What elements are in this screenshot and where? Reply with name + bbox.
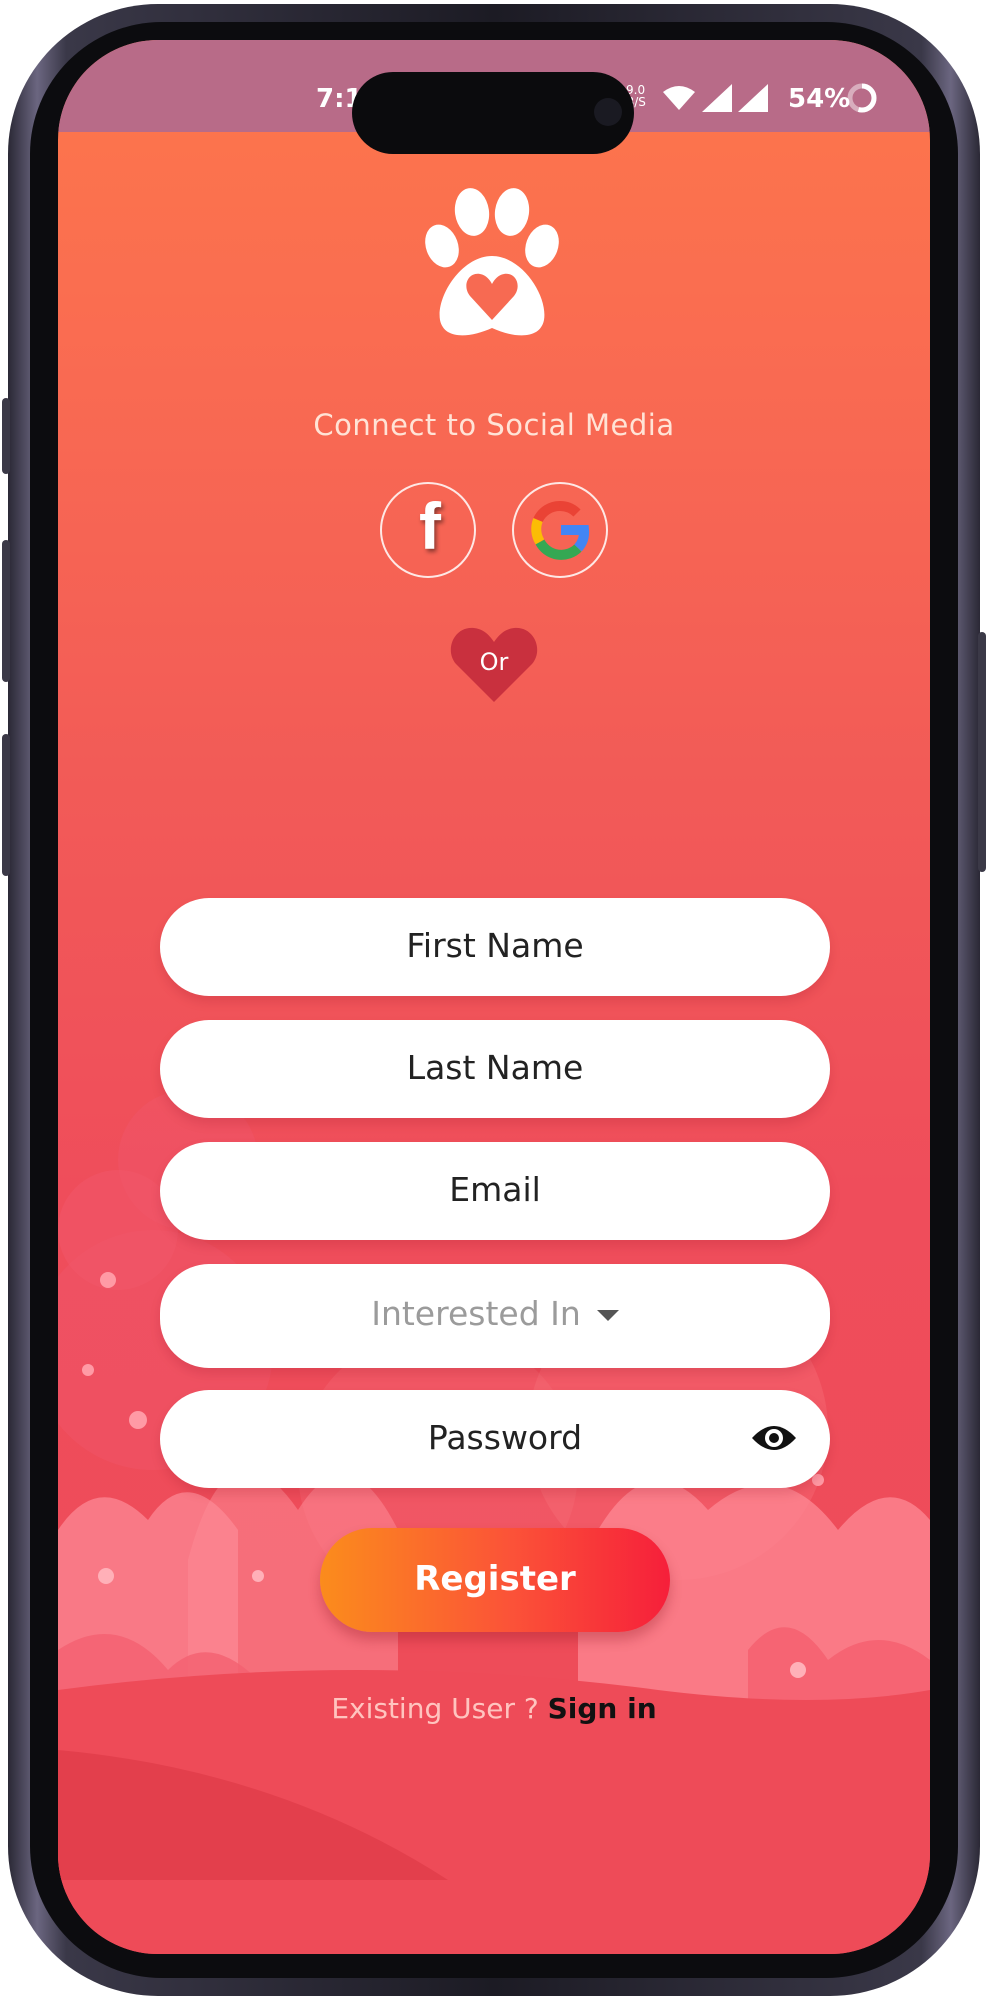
sign-in-prompt: Existing User ? Sign in [58,1692,930,1725]
interested-in-dropdown[interactable]: Interested In [160,1264,830,1368]
social-caption: Connect to Social Media [313,408,675,442]
interested-in-row: Interested In [160,1294,830,1333]
power-button [978,632,986,872]
volume-up-button [2,540,10,682]
battery-percent: 54% [788,84,851,114]
register-label: Register [414,1559,576,1599]
existing-user-text: Existing User ? [331,1692,539,1725]
battery-ring-icon [847,83,877,113]
dynamic-island [352,72,634,154]
last-name-placeholder: Last Name [406,1048,584,1087]
first-name-placeholder: First Name [406,926,584,965]
last-name-field[interactable]: Last Name [160,1020,830,1118]
wifi-icon [663,86,695,110]
register-button[interactable]: Register [320,1528,670,1632]
eye-icon[interactable] [750,1420,798,1456]
google-login-button[interactable] [512,482,608,578]
email-placeholder: Email [449,1170,541,1209]
password-placeholder: Password [427,1418,583,1457]
cell-signal-icon-2 [738,84,768,112]
email-field[interactable]: Email [160,1142,830,1240]
sign-in-link[interactable]: Sign in [548,1692,657,1725]
front-camera [594,98,622,126]
first-name-field[interactable]: First Name [160,898,830,996]
app-screen: 7:1 9.0 B/S 54% Connect to Social Media … [58,40,930,1954]
or-separator-text: Or [479,648,509,676]
interested-in-placeholder: Interested In [371,1294,581,1333]
action-button [2,398,10,474]
facebook-login-button[interactable]: f [380,482,476,578]
facebook-icon: f [419,489,441,563]
google-icon [531,500,590,560]
cell-signal-icon [702,84,732,112]
volume-down-button [2,734,10,876]
password-field[interactable]: Password [160,1390,830,1488]
caret-down-icon [596,1310,619,1321]
paw-heart-icon [425,188,559,336]
